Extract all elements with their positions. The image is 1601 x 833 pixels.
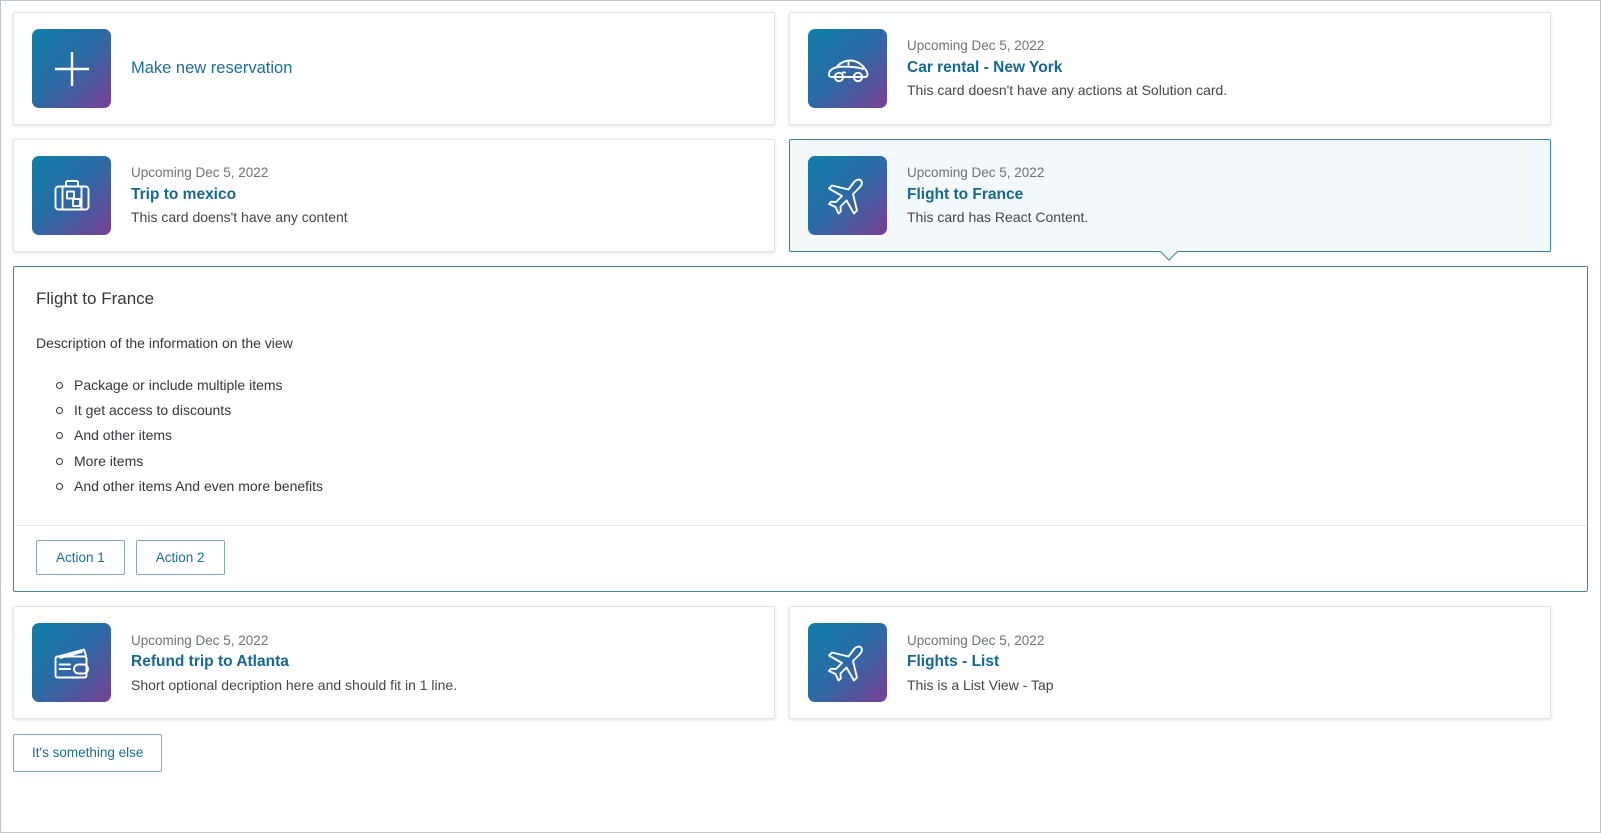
list-item: And other items And even more benefits	[56, 474, 1565, 499]
card-row-2: Upcoming Dec 5, 2022 Trip to mexico This…	[13, 139, 1588, 252]
card-car-rental-new-york[interactable]: Upcoming Dec 5, 2022 Car rental - New Yo…	[789, 12, 1551, 125]
card-refund-trip-to-atlanta[interactable]: Upcoming Dec 5, 2022 Refund trip to Atla…	[13, 606, 775, 719]
list-item: And other items	[56, 423, 1565, 448]
card-flights-list[interactable]: Upcoming Dec 5, 2022 Flights - List This…	[789, 606, 1551, 719]
card-row-1: Make new reservation	[13, 12, 1588, 125]
detail-panel-content: Flight to France Description of the info…	[14, 267, 1587, 525]
card-flight-to-france-body: Upcoming Dec 5, 2022 Flight to France Th…	[907, 163, 1532, 227]
card-description: This card doens't have any content	[131, 207, 756, 227]
make-new-reservation-label[interactable]: Make new reservation	[131, 57, 756, 80]
card-eyebrow: Upcoming Dec 5, 2022	[907, 631, 1532, 651]
card-column-left-3: Upcoming Dec 5, 2022 Refund trip to Atla…	[13, 606, 775, 719]
detail-panel-description: Description of the information on the vi…	[36, 335, 1565, 351]
card-title[interactable]: Flight to France	[907, 184, 1532, 206]
card-trip-to-mexico[interactable]: Upcoming Dec 5, 2022 Trip to mexico This…	[13, 139, 775, 252]
app-window: Make new reservation	[0, 0, 1601, 833]
card-column-right-2: Upcoming Dec 5, 2022 Flight to France Th…	[789, 139, 1551, 252]
suitcase-icon	[32, 156, 111, 235]
list-item: Package or include multiple items	[56, 373, 1565, 398]
wallet-icon	[32, 623, 111, 702]
card-trip-to-mexico-body: Upcoming Dec 5, 2022 Trip to mexico This…	[131, 163, 756, 227]
card-eyebrow: Upcoming Dec 5, 2022	[907, 36, 1532, 56]
card-title[interactable]: Refund trip to Atlanta	[131, 651, 756, 673]
detail-panel-title: Flight to France	[36, 289, 1565, 309]
list-item: More items	[56, 449, 1565, 474]
make-new-reservation-body: Make new reservation	[131, 57, 756, 80]
card-flight-to-france[interactable]: Upcoming Dec 5, 2022 Flight to France Th…	[789, 139, 1551, 252]
list-item: It get access to discounts	[56, 398, 1565, 423]
plus-icon	[32, 29, 111, 108]
card-eyebrow: Upcoming Dec 5, 2022	[907, 163, 1532, 183]
card-flights-list-body: Upcoming Dec 5, 2022 Flights - List This…	[907, 631, 1532, 695]
car-icon	[808, 29, 887, 108]
card-description: This card has React Content.	[907, 207, 1532, 227]
action-2-button[interactable]: Action 2	[136, 540, 225, 576]
selected-card-caret-icon	[1159, 251, 1181, 262]
airplane-icon	[808, 623, 887, 702]
card-car-rental-body: Upcoming Dec 5, 2022 Car rental - New Yo…	[907, 36, 1532, 100]
card-description: This is a List View - Tap	[907, 675, 1532, 695]
make-new-reservation-card[interactable]: Make new reservation	[13, 12, 775, 125]
card-column-left-2: Upcoming Dec 5, 2022 Trip to mexico This…	[13, 139, 775, 252]
card-refund-trip-body: Upcoming Dec 5, 2022 Refund trip to Atla…	[131, 631, 756, 695]
card-row-3: Upcoming Dec 5, 2022 Refund trip to Atla…	[13, 606, 1588, 719]
card-eyebrow: Upcoming Dec 5, 2022	[131, 163, 756, 183]
footer-area: It's something else	[13, 733, 1588, 772]
detail-panel: Flight to France Description of the info…	[13, 266, 1588, 592]
card-description: Short optional decription here and shoul…	[131, 675, 756, 695]
detail-panel-list: Package or include multiple items It get…	[36, 373, 1565, 499]
airplane-icon	[808, 156, 887, 235]
card-title[interactable]: Flights - List	[907, 651, 1532, 673]
its-something-else-button[interactable]: It's something else	[13, 734, 162, 772]
action-1-button[interactable]: Action 1	[36, 540, 125, 576]
card-column-right: Upcoming Dec 5, 2022 Car rental - New Yo…	[789, 12, 1551, 125]
card-column-right-3: Upcoming Dec 5, 2022 Flights - List This…	[789, 606, 1551, 719]
card-description: This card doesn't have any actions at So…	[907, 80, 1532, 100]
card-eyebrow: Upcoming Dec 5, 2022	[131, 631, 756, 651]
detail-panel-footer: Action 1 Action 2	[14, 525, 1587, 592]
card-title[interactable]: Trip to mexico	[131, 184, 756, 206]
card-title[interactable]: Car rental - New York	[907, 57, 1532, 79]
content-area: Make new reservation	[13, 12, 1588, 820]
card-column-left: Make new reservation	[13, 12, 775, 125]
